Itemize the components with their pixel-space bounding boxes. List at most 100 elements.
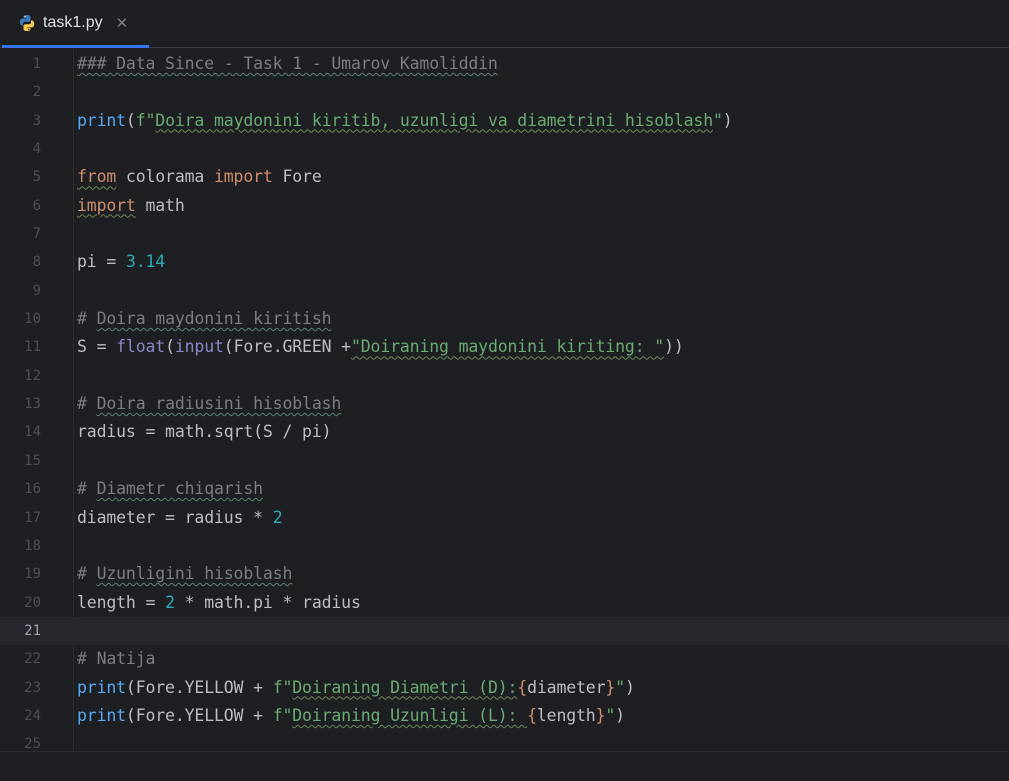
line-text: S = float(input(Fore.GREEN +"Doiraning m… <box>77 333 684 361</box>
line-number: 12 <box>24 367 41 384</box>
code-line[interactable]: 16 # Diametr chiqarish <box>0 475 1009 503</box>
code-token: Doiraning Diametri (D): <box>292 677 518 697</box>
code-token: " <box>615 677 625 697</box>
code-token: float <box>116 337 166 357</box>
code-line[interactable]: 23 print(Fore.YELLOW + f"Doiraning Diamet… <box>0 674 1009 702</box>
line-number: 4 <box>32 141 41 158</box>
code-line[interactable]: 4 <box>0 135 1009 163</box>
line-text: # Uzunligini hisoblash <box>77 560 292 588</box>
tab-task1-py[interactable]: task1.py ✕ <box>2 0 149 48</box>
code-token: Diametr chiqarish <box>96 479 263 499</box>
code-line[interactable]: 6 import math <box>0 192 1009 220</box>
code-token: ) <box>615 705 625 725</box>
line-number: 3 <box>32 112 41 129</box>
line-number: 19 <box>24 566 41 583</box>
code-token: * math.pi * radius <box>174 592 361 612</box>
editor-tab-bar: task1.py ✕ <box>0 0 1009 48</box>
line-text: print(Fore.YELLOW + f"Doiraning Diametri… <box>77 674 635 702</box>
code-token: colorama <box>116 167 214 187</box>
code-token: math <box>135 195 185 215</box>
code-line[interactable]: 5 from colorama import Fore <box>0 163 1009 191</box>
code-line[interactable]: 21 <box>0 616 1009 646</box>
code-token: length = <box>77 592 166 612</box>
line-number: 6 <box>32 197 41 214</box>
line-number: 24 <box>24 707 41 724</box>
line-text: diameter = radius * 2 <box>77 504 283 532</box>
code-token: ( <box>125 110 136 130</box>
line-text: # Doira radiusini hisoblash <box>77 390 341 418</box>
code-line[interactable]: 2 <box>0 78 1009 106</box>
code-area[interactable]: 1 ### Data Since - Task 1 - Umarov Kamoli… <box>0 50 1009 759</box>
code-token: (Fore.YELLOW + <box>125 677 273 697</box>
tab-label: task1.py <box>43 13 103 31</box>
code-token: print <box>77 705 126 725</box>
code-line[interactable]: 10 # Doira maydonini kiritish <box>0 305 1009 333</box>
line-number: 21 <box>24 622 41 639</box>
code-line[interactable]: 7 <box>0 220 1009 248</box>
code-line[interactable]: 17 diameter = radius * 2 <box>0 504 1009 532</box>
python-file-icon <box>18 14 36 32</box>
line-number: 16 <box>24 481 41 498</box>
line-text: length = 2 * math.pi * radius <box>77 589 361 617</box>
line-text: # Natija <box>77 645 155 673</box>
code-line[interactable]: 19 # Uzunligini hisoblash <box>0 560 1009 588</box>
code-token: } <box>595 705 606 725</box>
line-text: # Diametr chiqarish <box>77 475 263 503</box>
line-text: print(Fore.YELLOW + f"Doiraning Uzunligi… <box>77 702 625 730</box>
code-token: ### Data Since - Task 1 - Umarov Kamolid… <box>77 54 498 73</box>
code-token: f" <box>272 705 293 725</box>
code-token: "Doiraning maydonini kiriting: " <box>350 337 665 357</box>
code-line[interactable]: 8 pi = 3.14 <box>0 248 1009 276</box>
code-token: import <box>213 167 273 187</box>
code-line[interactable]: 13 # Doira radiusini hisoblash <box>0 390 1009 418</box>
code-token: Fore <box>272 167 322 187</box>
line-number: 8 <box>32 254 41 271</box>
code-token: length <box>536 705 596 725</box>
code-line[interactable]: 14 radius = math.sqrt(S / pi) <box>0 418 1009 446</box>
code-token: " <box>712 110 723 130</box>
code-line[interactable]: 12 <box>0 362 1009 390</box>
code-line[interactable]: 24 print(Fore.YELLOW + f"Doiraning Uzunli… <box>0 702 1009 730</box>
line-number: 1 <box>32 56 41 72</box>
code-line[interactable]: 1 ### Data Since - Task 1 - Umarov Kamoli… <box>0 50 1009 78</box>
code-token: f" <box>135 110 156 130</box>
line-number: 10 <box>24 311 41 328</box>
line-number: 15 <box>24 452 41 469</box>
code-token: Uzunligini hisoblash <box>96 564 293 584</box>
line-number: 7 <box>32 226 41 243</box>
code-token: Doira radiusini hisoblash <box>96 394 342 414</box>
code-token: Doira maydonini kiritib, uzunligi va dia… <box>155 110 713 130</box>
code-token: # <box>77 309 97 329</box>
line-number: 9 <box>32 282 41 299</box>
code-token: input <box>174 337 224 357</box>
line-text: # Doira maydonini kiritish <box>77 305 332 333</box>
line-number: 22 <box>24 651 41 668</box>
code-token: (Fore.GREEN + <box>223 337 351 357</box>
code-token: f" <box>272 677 293 697</box>
code-token: radius = math.sqrt(S / pi) <box>77 422 332 442</box>
code-token: # Natija <box>77 649 156 669</box>
code-token: 2 <box>165 592 175 612</box>
code-token: from <box>77 167 117 187</box>
code-token: )) <box>664 337 684 357</box>
code-token: ) <box>722 110 733 130</box>
code-editor-window: task1.py ✕ 1 ### Data Since - Task 1 - Um… <box>0 0 1009 781</box>
line-text: pi = 3.14 <box>77 248 165 276</box>
code-token: 2 <box>272 507 283 527</box>
code-line[interactable]: 20 length = 2 * math.pi * radius <box>0 589 1009 617</box>
code-line[interactable]: 18 <box>0 532 1009 560</box>
code-token: import <box>77 195 136 215</box>
code-token: # <box>77 564 97 584</box>
code-token: # <box>77 479 97 499</box>
code-line[interactable]: 3 print(f"Doira maydonini kiritib, uzunli… <box>0 107 1009 135</box>
code-line[interactable]: 11 S = float(input(Fore.GREEN +"Doiraning… <box>0 333 1009 361</box>
code-line[interactable]: 22 # Natija <box>0 645 1009 673</box>
code-token: } <box>605 677 616 697</box>
code-line[interactable]: 9 <box>0 277 1009 305</box>
line-text: ### Data Since - Task 1 - Umarov Kamolid… <box>77 50 498 78</box>
line-number: 11 <box>24 339 41 356</box>
code-line[interactable]: 15 <box>0 447 1009 475</box>
close-tab-icon[interactable]: ✕ <box>116 14 129 32</box>
editor-bottom-strip <box>0 751 1009 781</box>
code-token: " <box>605 705 616 725</box>
